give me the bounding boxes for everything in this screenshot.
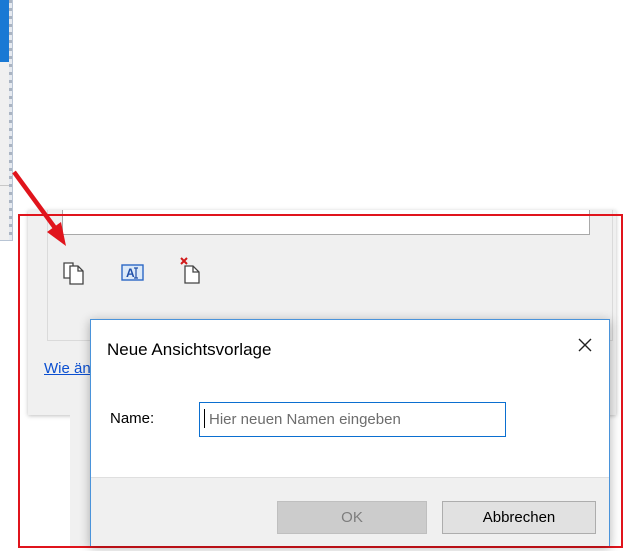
new-view-template-dialog: Neue Ansichtsvorlage Name: OK Abbrechen: [90, 319, 610, 546]
dialog-footer: OK Abbrechen: [91, 477, 609, 546]
name-label: Name:: [110, 410, 155, 427]
cancel-button[interactable]: Abbrechen: [442, 501, 596, 534]
close-button[interactable]: [567, 330, 603, 360]
dialog-title: Neue Ansichtsvorlage: [107, 340, 272, 359]
ok-button[interactable]: OK: [277, 501, 427, 534]
name-input[interactable]: [199, 402, 506, 437]
close-icon: [578, 338, 592, 352]
text-cursor: [204, 409, 205, 428]
